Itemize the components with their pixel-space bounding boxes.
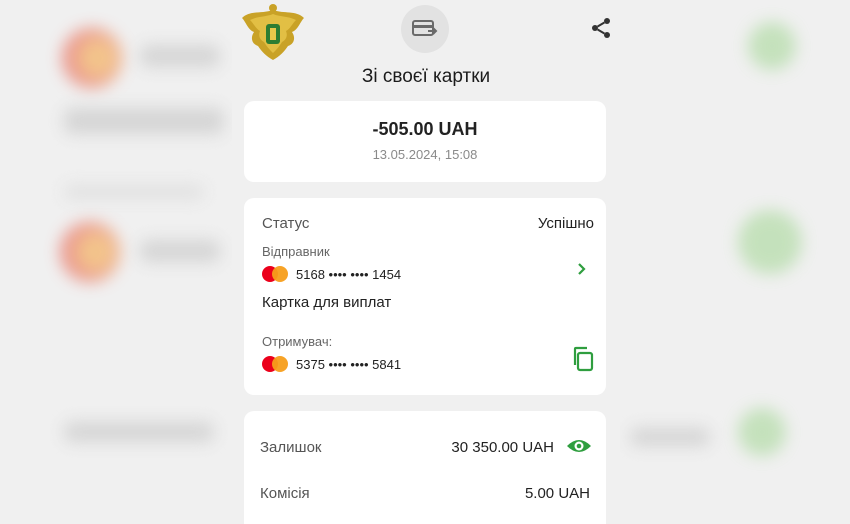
card-transfer-icon <box>401 5 449 53</box>
recipient-label: Отримувач: <box>262 334 333 349</box>
background-left-panel <box>0 0 232 524</box>
blurred-button <box>738 408 786 456</box>
blurred-text <box>140 45 220 67</box>
fee-value: 5.00 UAH <box>524 485 590 502</box>
blurred-card-logo <box>62 28 122 88</box>
emblem-icon <box>242 4 304 60</box>
transaction-datetime: 13.05.2024, 15:08 <box>372 147 478 162</box>
blurred-text <box>64 422 214 442</box>
recipient-card-number-text: 5375 •••• •••• 5841 <box>296 356 402 372</box>
fee-label: Комісія <box>260 485 310 502</box>
details-card: Статус Успішно Відправник 5168 •••• ••••… <box>244 198 606 395</box>
blurred-text <box>64 185 204 199</box>
blurred-text <box>630 428 710 446</box>
status-value: Успішно <box>537 215 594 232</box>
mastercard-icon <box>262 266 288 282</box>
balance-label: Залишок <box>260 439 322 456</box>
amount-card: -505.00 UAH 13.05.2024, 15:08 <box>244 101 606 182</box>
blurred-card-logo <box>60 222 120 282</box>
transaction-screen: Зі своєї картки -505.00 UAH 13.05.2024, … <box>232 0 620 524</box>
status-label: Статус <box>262 215 310 232</box>
recipient-card-number: 5375 •••• •••• 5841 <box>262 356 401 372</box>
blurred-button <box>748 22 796 70</box>
sender-card-number: 5168 •••• •••• 1454 <box>262 266 401 282</box>
copy-icon[interactable] <box>571 346 595 372</box>
sender-card-number-text: 5168 •••• •••• 1454 <box>296 266 402 282</box>
sender-label: Відправник <box>262 244 330 259</box>
page-title: Зі своєї картки <box>361 66 491 87</box>
eye-icon[interactable] <box>566 437 592 455</box>
share-icon[interactable] <box>589 16 613 40</box>
background-right-panel <box>620 0 850 524</box>
balance-value: 30 350.00 UAH <box>451 439 554 456</box>
balance-card: Залишок 30 350.00 UAH Комісія 5.00 UAH <box>244 411 606 524</box>
mastercard-icon <box>262 356 288 372</box>
chevron-right-icon[interactable] <box>574 261 590 277</box>
blurred-button <box>738 210 802 274</box>
transaction-amount: -505.00 UAH <box>372 119 478 139</box>
blurred-text <box>140 240 220 262</box>
sender-card-name: Картка для виплат <box>262 294 392 311</box>
blurred-text <box>64 108 224 134</box>
